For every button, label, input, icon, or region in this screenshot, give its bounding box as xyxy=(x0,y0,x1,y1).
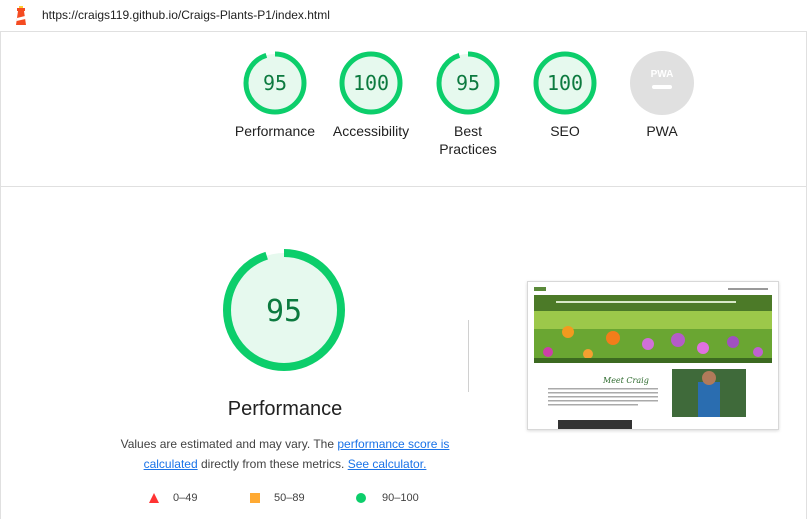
circle-icon xyxy=(356,493,366,503)
gauge-ring: 100 xyxy=(533,51,597,115)
category-summary: 95 Performance 100 Accessibility 95 Best… xyxy=(0,32,807,187)
gauge-score: 95 xyxy=(263,71,287,95)
gauge-score: 100 xyxy=(353,71,389,95)
gauge-accessibility[interactable]: 100 Accessibility xyxy=(323,50,419,140)
gauge-best-practices[interactable]: 95 Best Practices xyxy=(420,50,516,158)
desc-text: directly from these metrics. xyxy=(197,457,348,471)
gauge-label: Accessibility xyxy=(332,123,410,139)
gauge-label: Performance xyxy=(234,123,316,139)
gauge-performance[interactable]: 95 Performance xyxy=(227,50,323,140)
gauge-label: Best Practices xyxy=(439,123,497,157)
performance-score-gauge: 95 xyxy=(223,249,345,371)
gauge-score: 95 xyxy=(456,71,480,95)
screenshot-heading: Meet Craig xyxy=(602,376,649,385)
lighthouse-icon xyxy=(16,6,26,25)
gauge-score: 100 xyxy=(547,71,583,95)
gauge-label: SEO xyxy=(550,123,580,139)
pwa-badge-text: PWA xyxy=(651,69,674,80)
legend-range: 0–49 xyxy=(173,492,198,504)
legend-range: 90–100 xyxy=(382,492,419,504)
performance-description: Values are estimated and may vary. The p… xyxy=(110,434,460,474)
gauge-label: PWA xyxy=(646,123,678,139)
gauge-pwa[interactable]: PWA PWA xyxy=(614,50,710,140)
vertical-divider xyxy=(468,320,469,392)
page-url-link[interactable]: https://craigs119.github.io/Craigs-Plant… xyxy=(42,8,330,22)
gauge-ring: 95 xyxy=(436,51,500,115)
pwa-badge-icon: PWA xyxy=(630,51,694,115)
legend-average: 50–89 xyxy=(249,492,305,504)
desc-text: Values are estimated and may vary. The xyxy=(120,437,338,451)
gauge-seo[interactable]: 100 SEO xyxy=(517,50,613,140)
see-calculator-link[interactable]: See calculator. xyxy=(348,457,427,471)
triangle-icon xyxy=(149,493,159,503)
gauge-ring: 100 xyxy=(339,51,403,115)
legend-fail: 0–49 xyxy=(148,492,197,504)
legend-pass: 90–100 xyxy=(355,492,419,504)
performance-score: 95 xyxy=(266,294,302,329)
website-screenshot-image: Meet Craig xyxy=(528,282,778,429)
legend-range: 50–89 xyxy=(274,492,305,504)
square-icon xyxy=(250,493,260,503)
final-screenshot-thumbnail[interactable]: Meet Craig xyxy=(527,281,779,430)
gauge-ring: 95 xyxy=(243,51,307,115)
performance-title: Performance xyxy=(227,398,343,420)
report-topbar: https://craigs119.github.io/Craigs-Plant… xyxy=(0,0,807,32)
